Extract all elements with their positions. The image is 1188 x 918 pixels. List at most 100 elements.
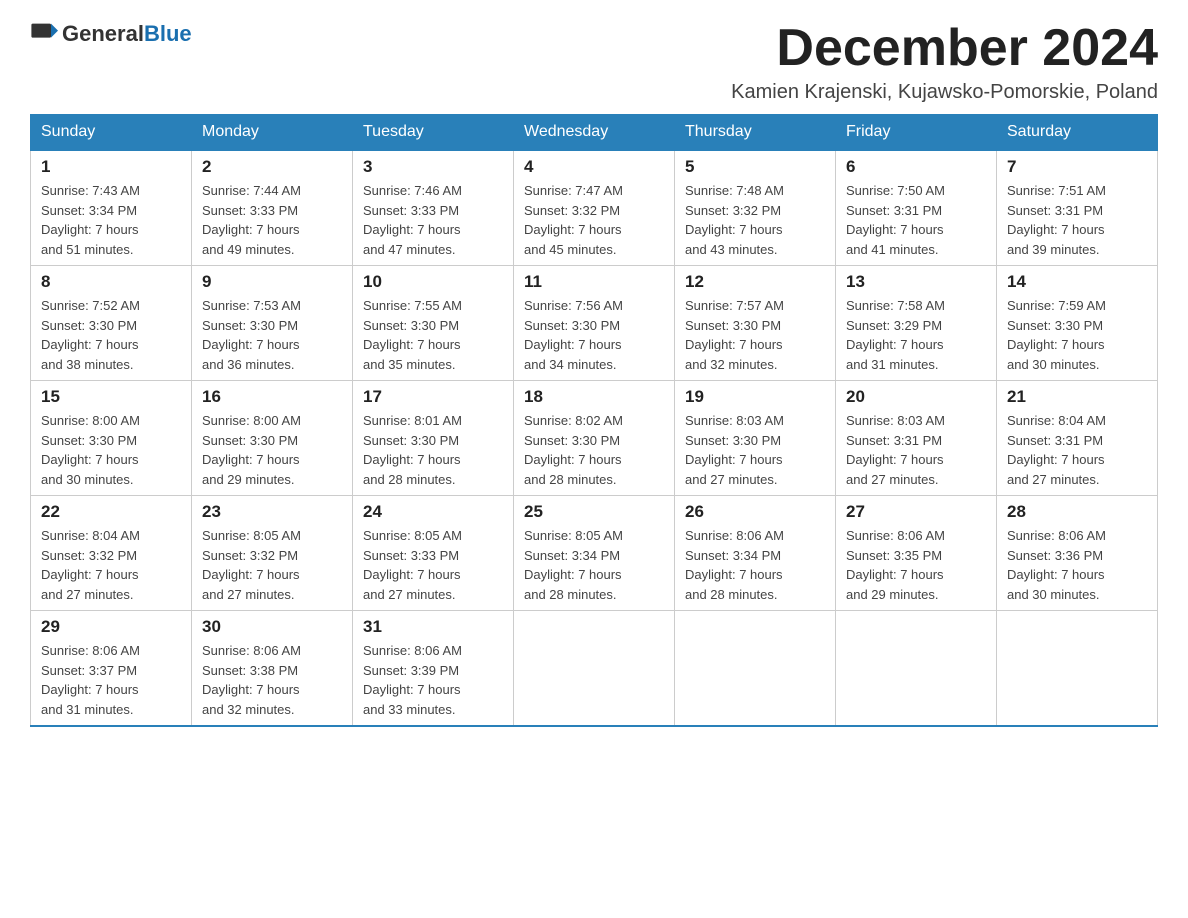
- calendar-cell: 8 Sunrise: 7:52 AM Sunset: 3:30 PM Dayli…: [31, 266, 192, 381]
- calendar-cell: 2 Sunrise: 7:44 AM Sunset: 3:33 PM Dayli…: [192, 150, 353, 266]
- logo-general: General: [62, 21, 144, 46]
- day-number: 25: [524, 502, 664, 522]
- calendar-cell: 5 Sunrise: 7:48 AM Sunset: 3:32 PM Dayli…: [675, 150, 836, 266]
- day-number: 7: [1007, 157, 1147, 177]
- day-info: Sunrise: 8:00 AM Sunset: 3:30 PM Dayligh…: [202, 411, 342, 489]
- day-info: Sunrise: 7:51 AM Sunset: 3:31 PM Dayligh…: [1007, 181, 1147, 259]
- col-saturday: Saturday: [997, 115, 1158, 151]
- page-header: GeneralBlue December 2024 Kamien Krajens…: [30, 20, 1158, 104]
- calendar-cell: 4 Sunrise: 7:47 AM Sunset: 3:32 PM Dayli…: [514, 150, 675, 266]
- calendar-cell: 11 Sunrise: 7:56 AM Sunset: 3:30 PM Dayl…: [514, 266, 675, 381]
- logo-blue: Blue: [144, 21, 192, 46]
- col-friday: Friday: [836, 115, 997, 151]
- day-info: Sunrise: 8:05 AM Sunset: 3:33 PM Dayligh…: [363, 526, 503, 604]
- location-title: Kamien Krajenski, Kujawsko-Pomorskie, Po…: [731, 81, 1158, 104]
- week-row-2: 8 Sunrise: 7:52 AM Sunset: 3:30 PM Dayli…: [31, 266, 1158, 381]
- day-number: 2: [202, 157, 342, 177]
- day-info: Sunrise: 8:06 AM Sunset: 3:37 PM Dayligh…: [41, 641, 181, 719]
- week-row-4: 22 Sunrise: 8:04 AM Sunset: 3:32 PM Dayl…: [31, 496, 1158, 611]
- col-wednesday: Wednesday: [514, 115, 675, 151]
- calendar-cell: 16 Sunrise: 8:00 AM Sunset: 3:30 PM Dayl…: [192, 381, 353, 496]
- day-number: 5: [685, 157, 825, 177]
- day-info: Sunrise: 8:06 AM Sunset: 3:36 PM Dayligh…: [1007, 526, 1147, 604]
- day-info: Sunrise: 7:52 AM Sunset: 3:30 PM Dayligh…: [41, 296, 181, 374]
- calendar-cell: 29 Sunrise: 8:06 AM Sunset: 3:37 PM Dayl…: [31, 611, 192, 727]
- day-info: Sunrise: 7:50 AM Sunset: 3:31 PM Dayligh…: [846, 181, 986, 259]
- day-number: 1: [41, 157, 181, 177]
- week-row-3: 15 Sunrise: 8:00 AM Sunset: 3:30 PM Dayl…: [31, 381, 1158, 496]
- day-info: Sunrise: 7:59 AM Sunset: 3:30 PM Dayligh…: [1007, 296, 1147, 374]
- calendar-cell: 14 Sunrise: 7:59 AM Sunset: 3:30 PM Dayl…: [997, 266, 1158, 381]
- day-info: Sunrise: 7:58 AM Sunset: 3:29 PM Dayligh…: [846, 296, 986, 374]
- calendar-cell: 1 Sunrise: 7:43 AM Sunset: 3:34 PM Dayli…: [31, 150, 192, 266]
- day-info: Sunrise: 8:05 AM Sunset: 3:34 PM Dayligh…: [524, 526, 664, 604]
- week-row-1: 1 Sunrise: 7:43 AM Sunset: 3:34 PM Dayli…: [31, 150, 1158, 266]
- logo[interactable]: GeneralBlue: [30, 20, 192, 48]
- calendar-cell: 19 Sunrise: 8:03 AM Sunset: 3:30 PM Dayl…: [675, 381, 836, 496]
- calendar-cell: [997, 611, 1158, 727]
- day-number: 31: [363, 617, 503, 637]
- day-info: Sunrise: 8:01 AM Sunset: 3:30 PM Dayligh…: [363, 411, 503, 489]
- day-number: 8: [41, 272, 181, 292]
- title-block: December 2024 Kamien Krajenski, Kujawsko…: [731, 20, 1158, 104]
- calendar-cell: 20 Sunrise: 8:03 AM Sunset: 3:31 PM Dayl…: [836, 381, 997, 496]
- calendar-cell: 31 Sunrise: 8:06 AM Sunset: 3:39 PM Dayl…: [353, 611, 514, 727]
- day-info: Sunrise: 8:03 AM Sunset: 3:31 PM Dayligh…: [846, 411, 986, 489]
- day-number: 30: [202, 617, 342, 637]
- col-tuesday: Tuesday: [353, 115, 514, 151]
- day-info: Sunrise: 8:04 AM Sunset: 3:32 PM Dayligh…: [41, 526, 181, 604]
- calendar-cell: 21 Sunrise: 8:04 AM Sunset: 3:31 PM Dayl…: [997, 381, 1158, 496]
- calendar-cell: [675, 611, 836, 727]
- day-info: Sunrise: 8:00 AM Sunset: 3:30 PM Dayligh…: [41, 411, 181, 489]
- day-number: 14: [1007, 272, 1147, 292]
- day-number: 9: [202, 272, 342, 292]
- calendar-cell: 3 Sunrise: 7:46 AM Sunset: 3:33 PM Dayli…: [353, 150, 514, 266]
- calendar-cell: 24 Sunrise: 8:05 AM Sunset: 3:33 PM Dayl…: [353, 496, 514, 611]
- calendar-cell: 9 Sunrise: 7:53 AM Sunset: 3:30 PM Dayli…: [192, 266, 353, 381]
- header-row: Sunday Monday Tuesday Wednesday Thursday…: [31, 115, 1158, 151]
- day-number: 15: [41, 387, 181, 407]
- day-number: 28: [1007, 502, 1147, 522]
- col-monday: Monday: [192, 115, 353, 151]
- calendar-cell: 27 Sunrise: 8:06 AM Sunset: 3:35 PM Dayl…: [836, 496, 997, 611]
- day-number: 10: [363, 272, 503, 292]
- day-info: Sunrise: 8:06 AM Sunset: 3:39 PM Dayligh…: [363, 641, 503, 719]
- day-info: Sunrise: 7:57 AM Sunset: 3:30 PM Dayligh…: [685, 296, 825, 374]
- day-info: Sunrise: 7:53 AM Sunset: 3:30 PM Dayligh…: [202, 296, 342, 374]
- day-number: 20: [846, 387, 986, 407]
- day-number: 4: [524, 157, 664, 177]
- day-number: 29: [41, 617, 181, 637]
- calendar-cell: 13 Sunrise: 7:58 AM Sunset: 3:29 PM Dayl…: [836, 266, 997, 381]
- col-sunday: Sunday: [31, 115, 192, 151]
- calendar-cell: 18 Sunrise: 8:02 AM Sunset: 3:30 PM Dayl…: [514, 381, 675, 496]
- day-number: 21: [1007, 387, 1147, 407]
- day-number: 26: [685, 502, 825, 522]
- calendar-cell: 28 Sunrise: 8:06 AM Sunset: 3:36 PM Dayl…: [997, 496, 1158, 611]
- day-info: Sunrise: 7:55 AM Sunset: 3:30 PM Dayligh…: [363, 296, 503, 374]
- day-info: Sunrise: 8:02 AM Sunset: 3:30 PM Dayligh…: [524, 411, 664, 489]
- month-title: December 2024: [731, 20, 1158, 77]
- day-number: 13: [846, 272, 986, 292]
- col-thursday: Thursday: [675, 115, 836, 151]
- day-number: 24: [363, 502, 503, 522]
- day-number: 6: [846, 157, 986, 177]
- day-number: 27: [846, 502, 986, 522]
- day-info: Sunrise: 7:46 AM Sunset: 3:33 PM Dayligh…: [363, 181, 503, 259]
- calendar-cell: 22 Sunrise: 8:04 AM Sunset: 3:32 PM Dayl…: [31, 496, 192, 611]
- calendar-cell: 30 Sunrise: 8:06 AM Sunset: 3:38 PM Dayl…: [192, 611, 353, 727]
- day-number: 3: [363, 157, 503, 177]
- calendar-cell: 26 Sunrise: 8:06 AM Sunset: 3:34 PM Dayl…: [675, 496, 836, 611]
- day-info: Sunrise: 7:43 AM Sunset: 3:34 PM Dayligh…: [41, 181, 181, 259]
- day-number: 19: [685, 387, 825, 407]
- day-number: 16: [202, 387, 342, 407]
- calendar-cell: 7 Sunrise: 7:51 AM Sunset: 3:31 PM Dayli…: [997, 150, 1158, 266]
- day-info: Sunrise: 8:03 AM Sunset: 3:30 PM Dayligh…: [685, 411, 825, 489]
- day-info: Sunrise: 8:06 AM Sunset: 3:35 PM Dayligh…: [846, 526, 986, 604]
- day-number: 12: [685, 272, 825, 292]
- day-info: Sunrise: 8:05 AM Sunset: 3:32 PM Dayligh…: [202, 526, 342, 604]
- calendar-cell: 6 Sunrise: 7:50 AM Sunset: 3:31 PM Dayli…: [836, 150, 997, 266]
- week-row-5: 29 Sunrise: 8:06 AM Sunset: 3:37 PM Dayl…: [31, 611, 1158, 727]
- calendar-cell: [514, 611, 675, 727]
- day-number: 22: [41, 502, 181, 522]
- calendar-cell: 17 Sunrise: 8:01 AM Sunset: 3:30 PM Dayl…: [353, 381, 514, 496]
